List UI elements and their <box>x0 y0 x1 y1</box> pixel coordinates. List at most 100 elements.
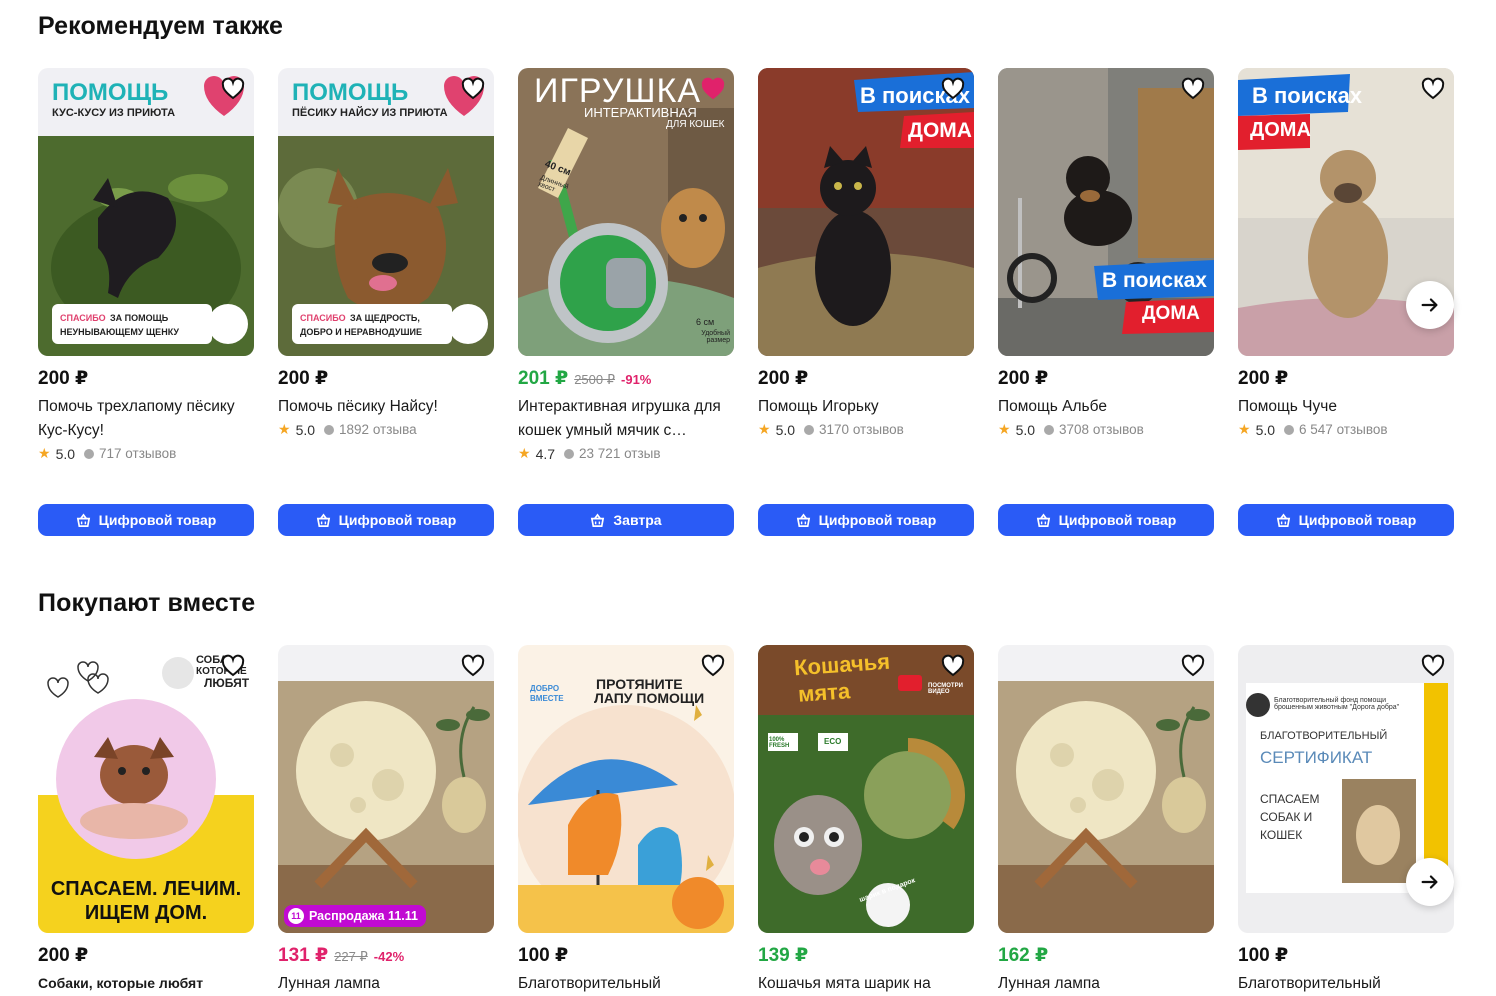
product-name[interactable]: Собаки, которые любят <box>38 972 254 994</box>
carousel-next-button[interactable] <box>1406 858 1454 906</box>
basket-icon <box>1276 512 1290 527</box>
favorite-button[interactable] <box>460 76 486 102</box>
product-card[interactable]: В поисках ДОМА 200 ₽ Помощь Игорьку ★ 5.… <box>758 68 974 536</box>
cart-button-label: Завтра <box>613 512 662 528</box>
overlay-text: СОБАК И <box>1260 810 1313 824</box>
favorite-button[interactable] <box>220 76 246 102</box>
arrow-right-icon <box>1421 298 1438 312</box>
product-image[interactable]: Кошачья мята 100% FRESH ECO ПОСМОТРИ ВИД… <box>758 645 974 933</box>
overlay-subtitle: ДОМА <box>1142 303 1200 324</box>
section-title-recommended: Рекомендуем также <box>38 12 283 40</box>
overlay-text: НЕУНЫВАЮЩЕМУ ЩЕНКУ <box>60 327 180 337</box>
overlay-label: Удобный размер <box>701 330 730 345</box>
product-image[interactable] <box>998 645 1214 933</box>
product-name[interactable]: Лунная лампа <box>278 972 494 996</box>
favorite-button[interactable] <box>1420 76 1446 102</box>
star-icon: ★ <box>38 445 51 461</box>
overlay-title: В поисках <box>1252 83 1362 108</box>
add-to-cart-button[interactable]: Завтра <box>518 504 734 536</box>
add-to-cart-button[interactable]: Цифровой товар <box>998 504 1214 536</box>
product-name[interactable]: Помощь Альбе <box>998 395 1214 419</box>
overlay-org: Благотворительный фонд помощи брошенным … <box>1274 697 1400 712</box>
sale-badge: 11 Распродажа 11.11 <box>284 905 426 927</box>
product-name[interactable]: Помочь трехлапому пёсику Кус-Кусу! <box>38 395 254 443</box>
favorite-button[interactable] <box>700 76 726 102</box>
product-price: 201 ₽ <box>518 368 569 389</box>
basket-icon <box>796 512 810 527</box>
heart-outline-icon <box>221 77 245 100</box>
comment-icon <box>1284 424 1295 435</box>
overlay-slogan: СПАСАЕМ. ЛЕЧИМ. <box>50 878 242 900</box>
favorite-button[interactable] <box>700 653 726 679</box>
product-rating: ★ 5.0 717 отзывов <box>38 445 254 462</box>
product-price: 100 ₽ <box>1238 945 1289 966</box>
product-name[interactable]: Помочь пёсику Найсу! <box>278 395 494 419</box>
product-card[interactable]: ПОМОЩЬ ПЁСИКУ НАЙСУ ИЗ ПРИЮТА СПАСИБО ЗА… <box>278 68 494 536</box>
overlay-text: ЗА ЩЕДРОСТЬ, <box>350 313 420 323</box>
cart-button-label: Цифровой товар <box>818 512 937 528</box>
overlay-subtitle: ПЁСИКУ НАЙСУ ИЗ ПРИЮТА <box>292 107 448 119</box>
sale-icon: 11 <box>288 908 304 924</box>
product-name[interactable]: Благотворительный <box>518 972 734 996</box>
overlay-subtitle: ЛАПУ ПОМОЩИ <box>594 690 705 706</box>
cart-button-label: Цифровой товар <box>1058 512 1177 528</box>
product-name[interactable]: Помощь Чуче <box>1238 395 1454 419</box>
add-to-cart-button[interactable]: Цифровой товар <box>758 504 974 536</box>
add-to-cart-button[interactable]: Цифровой товар <box>38 504 254 536</box>
old-price: 2500 ₽ <box>574 372 616 387</box>
add-to-cart-button[interactable]: Цифровой товар <box>1238 504 1454 536</box>
overlay-title: ПОМОЩЬ <box>52 79 169 106</box>
product-name[interactable]: Кошачья мята шарик на <box>758 972 974 996</box>
favorite-button[interactable] <box>940 76 966 102</box>
product-card[interactable]: В поисках ДОМА 200 ₽ Помощь Альбе ★ 5.0 … <box>998 68 1214 536</box>
product-card[interactable]: ИГРУШКА ИНТЕРАКТИВНАЯ ДЛЯ КОШЕК 40 см Дл… <box>518 68 734 536</box>
product-name[interactable]: Помощь Игорьку <box>758 395 974 419</box>
overlay-subtitle: КУС-КУСУ ИЗ ПРИЮТА <box>52 107 176 119</box>
overlay-subtitle: ДОМА <box>1250 119 1311 141</box>
product-image[interactable]: ДОБРО ВМЕСТЕ ПРОТЯНИТЕ ЛАПУ ПОМОЩИ <box>518 645 734 933</box>
product-image[interactable]: ПОМОЩЬ ПЁСИКУ НАЙСУ ИЗ ПРИЮТА СПАСИБО ЗА… <box>278 68 494 356</box>
product-image[interactable]: В поисках ДОМА <box>998 68 1214 356</box>
product-image[interactable]: ПОМОЩЬ КУС-КУСУ ИЗ ПРИЮТА СПАСИБО ЗА ПОМ… <box>38 68 254 356</box>
carousel-next-button[interactable] <box>1406 281 1454 329</box>
product-name[interactable]: Лунная лампа <box>998 972 1214 996</box>
product-rating: ★ 4.7 23 721 отзыв <box>518 445 734 462</box>
product-card[interactable]: ПОМОЩЬ КУС-КУСУ ИЗ ПРИЮТА СПАСИБО ЗА ПОМ… <box>38 68 254 536</box>
product-price: 131 ₽ <box>278 945 329 966</box>
heart-outline-icon <box>221 654 245 677</box>
favorite-button[interactable] <box>220 653 246 679</box>
product-card[interactable]: 11 Распродажа 11.11 131 ₽ 227 ₽ -42% Лун… <box>278 645 494 996</box>
favorite-button[interactable] <box>940 653 966 679</box>
product-image[interactable]: В поисках ДОМА <box>758 68 974 356</box>
favorite-button[interactable] <box>1180 76 1206 102</box>
product-image[interactable]: 11 Распродажа 11.11 <box>278 645 494 933</box>
cart-button-label: Цифровой товар <box>1298 512 1417 528</box>
product-price: 200 ₽ <box>38 368 89 389</box>
product-card[interactable]: Благотворительный фонд помощи брошенным … <box>1238 645 1454 996</box>
favorite-button[interactable] <box>460 653 486 679</box>
rating-value: 5.0 <box>1255 421 1276 438</box>
product-card[interactable]: СОБА КОТОРЫЕ ЛЮБЯТ СПАСАЕМ. ЛЕЧИМ. ИЩЕМ … <box>38 645 254 996</box>
overlay-subtitle: мята <box>797 678 851 707</box>
product-price: 200 ₽ <box>1238 368 1289 389</box>
product-image[interactable]: СОБА КОТОРЫЕ ЛЮБЯТ СПАСАЕМ. ЛЕЧИМ. ИЩЕМ … <box>38 645 254 933</box>
favorite-button[interactable] <box>1420 653 1446 679</box>
overlay-text: КОШЕК <box>1260 828 1303 842</box>
overlay-title: БЛАГОТВОРИТЕЛЬНЫЙ <box>1260 730 1388 742</box>
heart-outline-icon <box>461 654 485 677</box>
product-card[interactable]: В поисках ДОМА 200 ₽ Помощь Чуче ★ 5.0 6… <box>1238 68 1454 536</box>
product-card[interactable]: ДОБРО ВМЕСТЕ ПРОТЯНИТЕ ЛАПУ ПОМОЩИ 100 ₽… <box>518 645 734 996</box>
product-image[interactable]: ИГРУШКА ИНТЕРАКТИВНАЯ ДЛЯ КОШЕК 40 см Дл… <box>518 68 734 356</box>
overlay-label: 6 см <box>696 317 715 327</box>
section-title-bought-together: Покупают вместе <box>38 589 256 617</box>
favorite-button[interactable] <box>1180 653 1206 679</box>
cart-button-label: Цифровой товар <box>98 512 217 528</box>
product-card[interactable]: 162 ₽ Лунная лампа <box>998 645 1214 996</box>
rating-value: 5.0 <box>55 445 76 462</box>
product-name[interactable]: Интерактивная игрушка для кошек умный мя… <box>518 395 734 443</box>
heart-outline-icon <box>701 654 725 677</box>
rating-value: 5.0 <box>775 421 796 438</box>
product-name[interactable]: Благотворительный <box>1238 972 1454 996</box>
product-card[interactable]: Кошачья мята 100% FRESH ECO ПОСМОТРИ ВИД… <box>758 645 974 996</box>
add-to-cart-button[interactable]: Цифровой товар <box>278 504 494 536</box>
